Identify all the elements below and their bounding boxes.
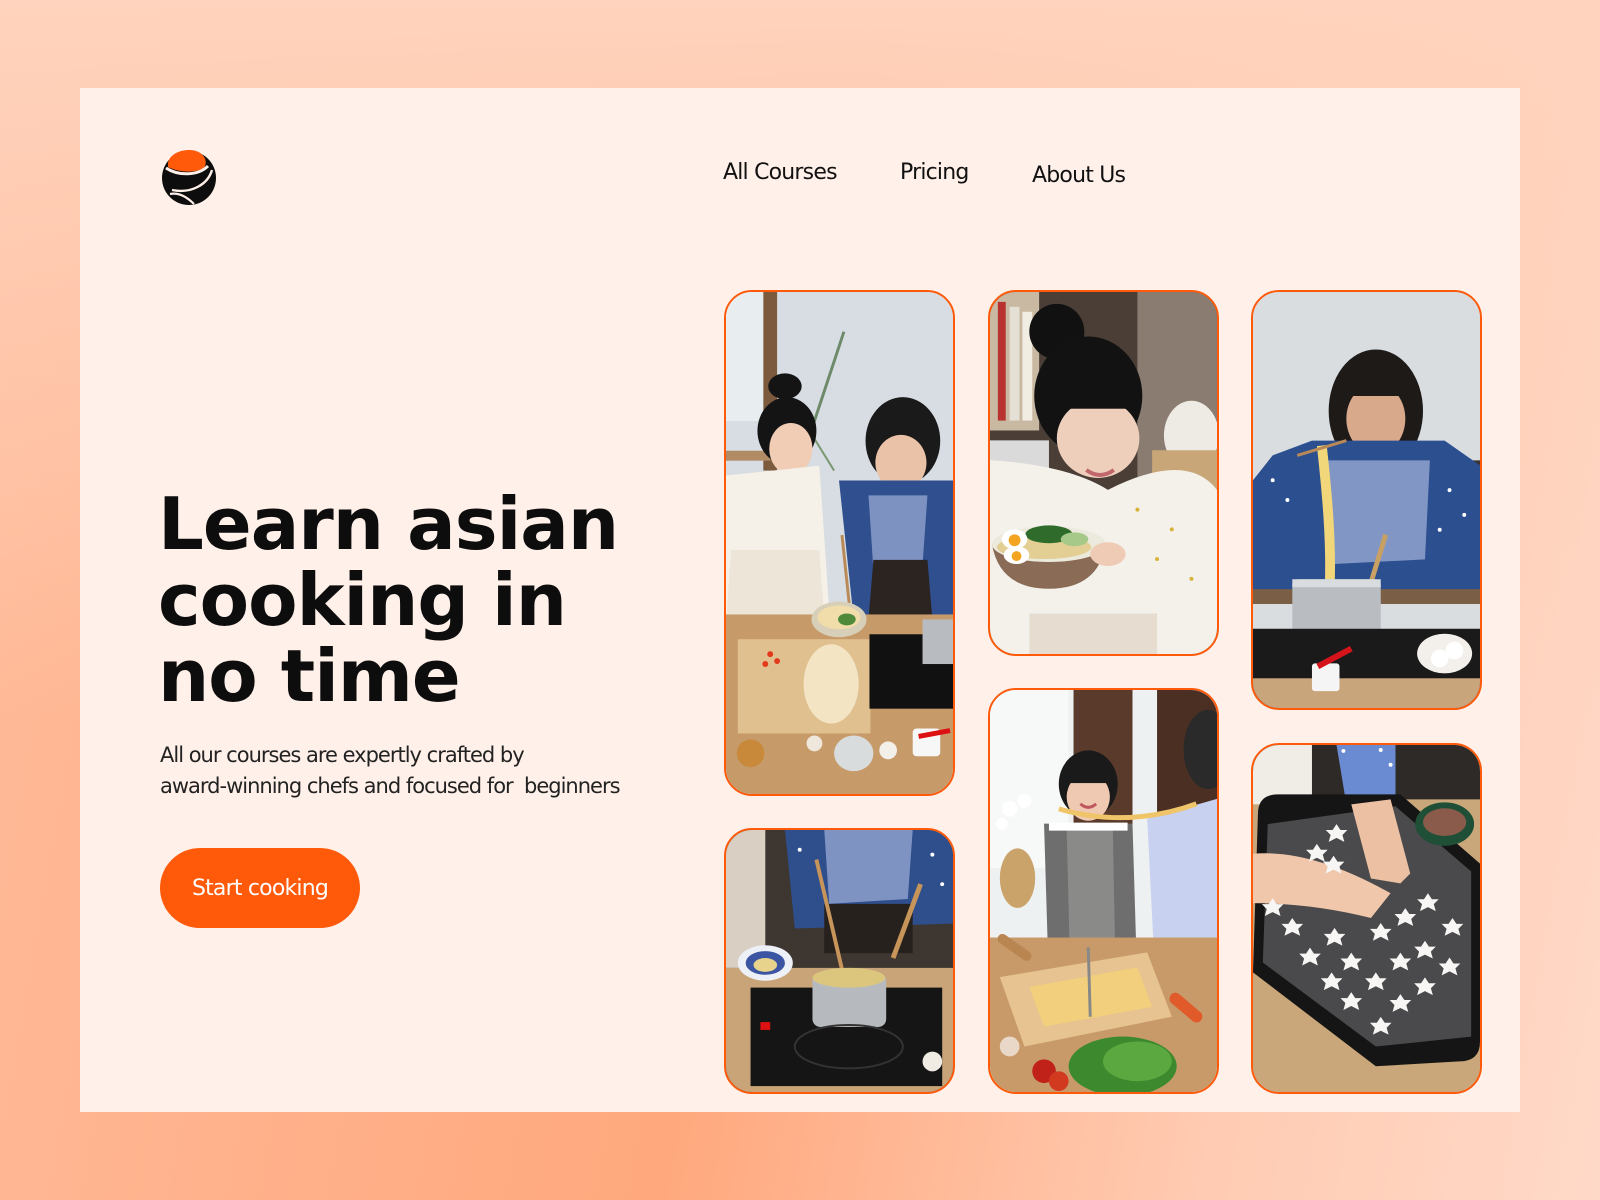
nav-pricing[interactable]: Pricing	[900, 160, 969, 185]
landing-page: All Courses Pricing About Us Learn asian…	[80, 88, 1520, 1112]
gallery-image-ramen-bowl[interactable]: Smiling woman holding a bowl of ramen wi…	[988, 290, 1219, 656]
stretching-dough-photo: Women laughing while stretching fresh do…	[990, 690, 1217, 1092]
gallery-image-saucepan[interactable]: Cooking noodles in a saucepan on an indu…	[724, 828, 955, 1094]
noodle-prep-photo: Two women preparing noodles with bok cho…	[726, 292, 953, 794]
gallery-image-stretching-dough[interactable]: Women laughing while stretching fresh do…	[988, 688, 1219, 1094]
meringue-tray-photo: Hands sprinkling dried petals over star-…	[1253, 745, 1480, 1092]
nav-all-courses[interactable]: All Courses	[723, 160, 838, 185]
hero-subtitle: All our courses are expertly crafted by …	[160, 740, 680, 802]
hero-subtitle-line: award-winning chefs and focused for begi…	[160, 774, 621, 798]
saucepan-photo: Cooking noodles in a saucepan on an indu…	[726, 830, 953, 1092]
hero-title-line: Learn asian	[158, 482, 619, 566]
hero-title-line: cooking in	[158, 558, 567, 642]
noodle-pot-photo: Woman lifting noodles out of a steel pot…	[1253, 292, 1480, 708]
gallery-image-noodle-pot[interactable]: Woman lifting noodles out of a steel pot…	[1251, 290, 1482, 710]
nav-about-us[interactable]: About Us	[1032, 163, 1126, 188]
hero-title-line: no time	[158, 634, 461, 718]
start-cooking-button[interactable]: Start cooking	[160, 848, 360, 928]
gallery-image-meringues[interactable]: Hands sprinkling dried petals over star-…	[1251, 743, 1482, 1094]
hero-subtitle-line: All our courses are expertly crafted by	[160, 743, 525, 767]
sushi-roll-logo-icon	[162, 150, 216, 205]
ramen-bowl-photo: Smiling woman holding a bowl of ramen wi…	[990, 292, 1217, 654]
hero-title: Learn asian cooking in no time	[158, 486, 718, 714]
gallery-image-noodle-prep[interactable]: Two women preparing noodles with bok cho…	[724, 290, 955, 796]
brand-logo[interactable]	[158, 146, 220, 206]
